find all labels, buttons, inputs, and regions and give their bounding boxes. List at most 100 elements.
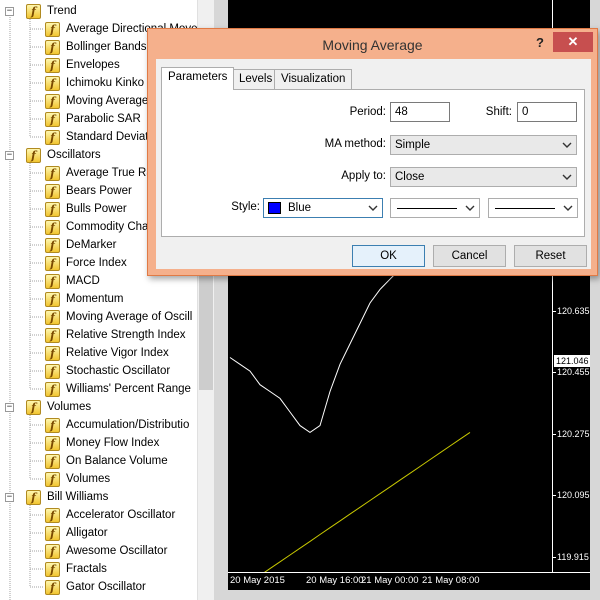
tree-item[interactable]: f Average True Ra bbox=[45, 164, 153, 182]
indicator-icon: f bbox=[45, 471, 60, 487]
tree-item[interactable]: f Bollinger Bands bbox=[45, 38, 147, 56]
tree-item[interactable]: f Relative Vigor Index bbox=[45, 344, 169, 362]
tree-item[interactable]: f Awesome Oscillator bbox=[45, 542, 167, 560]
tree-item[interactable]: f Gator Oscillator bbox=[45, 578, 146, 596]
folder-icon: f bbox=[26, 489, 41, 505]
tree-item[interactable]: f Stochastic Oscillator bbox=[45, 362, 170, 380]
current-price-label: 121.046 bbox=[554, 355, 590, 367]
tree-item[interactable]: f Parabolic SAR bbox=[45, 110, 141, 128]
price-tick bbox=[553, 310, 556, 312]
tree-item[interactable]: f Momentum bbox=[45, 290, 124, 308]
tree-item[interactable]: f Money Flow Index bbox=[45, 434, 159, 452]
tree-group-label: Volumes bbox=[47, 401, 92, 413]
line-width-select[interactable] bbox=[488, 198, 578, 218]
tree-item-label: Fractals bbox=[66, 563, 107, 575]
indicator-icon: f bbox=[45, 309, 60, 325]
price-tick bbox=[553, 556, 556, 558]
chevron-down-icon bbox=[368, 205, 378, 211]
tree-item[interactable]: f Fractals bbox=[45, 560, 107, 578]
tree-item[interactable]: f Relative Strength Index bbox=[45, 326, 186, 344]
indicator-icon: f bbox=[45, 525, 60, 541]
tree-item[interactable]: f Alligator bbox=[45, 524, 108, 542]
tree-item[interactable]: f Williams' Percent Range bbox=[45, 380, 191, 398]
collapse-icon[interactable]: − bbox=[5, 150, 14, 160]
collapse-icon[interactable]: − bbox=[5, 6, 14, 16]
tab-levels[interactable]: Levels bbox=[232, 69, 280, 89]
tree-group[interactable]: − f Oscillators bbox=[5, 146, 101, 164]
chevron-down-icon bbox=[465, 205, 475, 211]
indicator-icon: f bbox=[45, 57, 60, 73]
chevron-down-icon bbox=[562, 174, 572, 180]
apply-to-value: Close bbox=[395, 171, 425, 183]
tree-item-label: Awesome Oscillator bbox=[66, 545, 168, 557]
tree-item[interactable]: f On Balance Volume bbox=[45, 452, 168, 470]
indicator-icon: f bbox=[45, 93, 60, 109]
tree-item[interactable]: f DeMarker bbox=[45, 236, 116, 254]
tree-item-label: MACD bbox=[66, 275, 100, 287]
indicator-icon: f bbox=[45, 255, 60, 271]
tree-group[interactable]: − f Volumes bbox=[5, 398, 91, 416]
line-width-sample bbox=[495, 208, 555, 209]
tree-item[interactable]: f Accelerator Oscillator bbox=[45, 506, 175, 524]
tree-item[interactable]: f Ichimoku Kinko bbox=[45, 74, 144, 92]
indicator-icon: f bbox=[45, 75, 60, 91]
tree-item[interactable]: f Commodity Cha bbox=[45, 218, 148, 236]
tab-visualization[interactable]: Visualization bbox=[274, 69, 353, 89]
dialog-body: Parameters Levels Visualization Period: … bbox=[156, 59, 591, 269]
line-style-sample bbox=[397, 208, 457, 209]
tree-item[interactable]: f Envelopes bbox=[45, 56, 120, 74]
slow-moving-average-line bbox=[264, 431, 471, 572]
tree-group[interactable]: − f Trend bbox=[5, 2, 77, 20]
period-input[interactable]: 48 bbox=[390, 102, 450, 122]
tree-item-label: Accumulation/Distributio bbox=[66, 419, 190, 431]
indicator-icon: f bbox=[45, 273, 60, 289]
apply-to-label: Apply to: bbox=[341, 170, 386, 182]
color-select[interactable]: Blue bbox=[263, 198, 383, 218]
time-tick-label: 21 May 00:00 bbox=[361, 575, 419, 586]
line-style-select[interactable] bbox=[390, 198, 480, 218]
style-label: Style: bbox=[231, 201, 260, 213]
color-value: Blue bbox=[288, 202, 312, 214]
close-button[interactable]: ✕ bbox=[553, 32, 593, 52]
tree-item-label: Bollinger Bands bbox=[66, 41, 147, 53]
tree-item[interactable]: f Moving Average bbox=[45, 92, 148, 110]
tree-item-label: Stochastic Oscillator bbox=[66, 365, 171, 377]
chevron-down-icon bbox=[563, 205, 573, 211]
ok-button[interactable]: OK bbox=[352, 245, 425, 267]
indicator-icon: f bbox=[45, 345, 60, 361]
price-tick-label: 120.635 bbox=[557, 305, 590, 316]
tree-item[interactable]: f Force Index bbox=[45, 254, 127, 272]
tree-item[interactable]: f Volumes bbox=[45, 470, 110, 488]
help-button[interactable]: ? bbox=[528, 33, 552, 53]
collapse-icon[interactable]: − bbox=[5, 492, 14, 502]
tree-item-label: Force Index bbox=[66, 257, 127, 269]
reset-button[interactable]: Reset bbox=[514, 245, 587, 267]
tree-item[interactable]: f Accumulation/Distributio bbox=[45, 416, 189, 434]
tree-item-label: Standard Deviati bbox=[66, 131, 152, 143]
ma-method-select[interactable]: Simple bbox=[390, 135, 577, 155]
indicator-icon: f bbox=[45, 417, 60, 433]
tab-parameters[interactable]: Parameters bbox=[161, 67, 235, 90]
indicator-icon: f bbox=[45, 183, 60, 199]
time-tick-label: 20 May 2015 bbox=[230, 575, 285, 586]
tree-item[interactable]: f Bulls Power bbox=[45, 200, 127, 218]
indicator-icon: f bbox=[45, 381, 60, 397]
cancel-button[interactable]: Cancel bbox=[433, 245, 506, 267]
tree-item-label: Moving Average of Oscill bbox=[66, 311, 193, 323]
price-tick-label: 119.915 bbox=[557, 551, 589, 562]
chevron-down-icon bbox=[562, 142, 572, 148]
tree-item-label: Bears Power bbox=[66, 185, 132, 197]
tree-item[interactable]: f MACD bbox=[45, 272, 100, 290]
tree-item[interactable]: f Standard Deviati bbox=[45, 128, 151, 146]
apply-to-select[interactable]: Close bbox=[390, 167, 577, 187]
tree-item[interactable]: f Moving Average of Oscill bbox=[45, 308, 192, 326]
collapse-icon[interactable]: − bbox=[5, 402, 14, 412]
tree-group[interactable]: − f Bill Williams bbox=[5, 488, 108, 506]
indicator-icon: f bbox=[45, 579, 60, 595]
moving-average-dialog: Moving Average ? ✕ Parameters Levels Vis… bbox=[147, 28, 598, 276]
tree-item-label: Envelopes bbox=[66, 59, 120, 71]
time-tick-label: 20 May 16:00 bbox=[306, 575, 364, 586]
shift-input[interactable]: 0 bbox=[517, 102, 577, 122]
tree-item[interactable]: f Bears Power bbox=[45, 182, 132, 200]
tree-item-label: Parabolic SAR bbox=[66, 113, 141, 125]
